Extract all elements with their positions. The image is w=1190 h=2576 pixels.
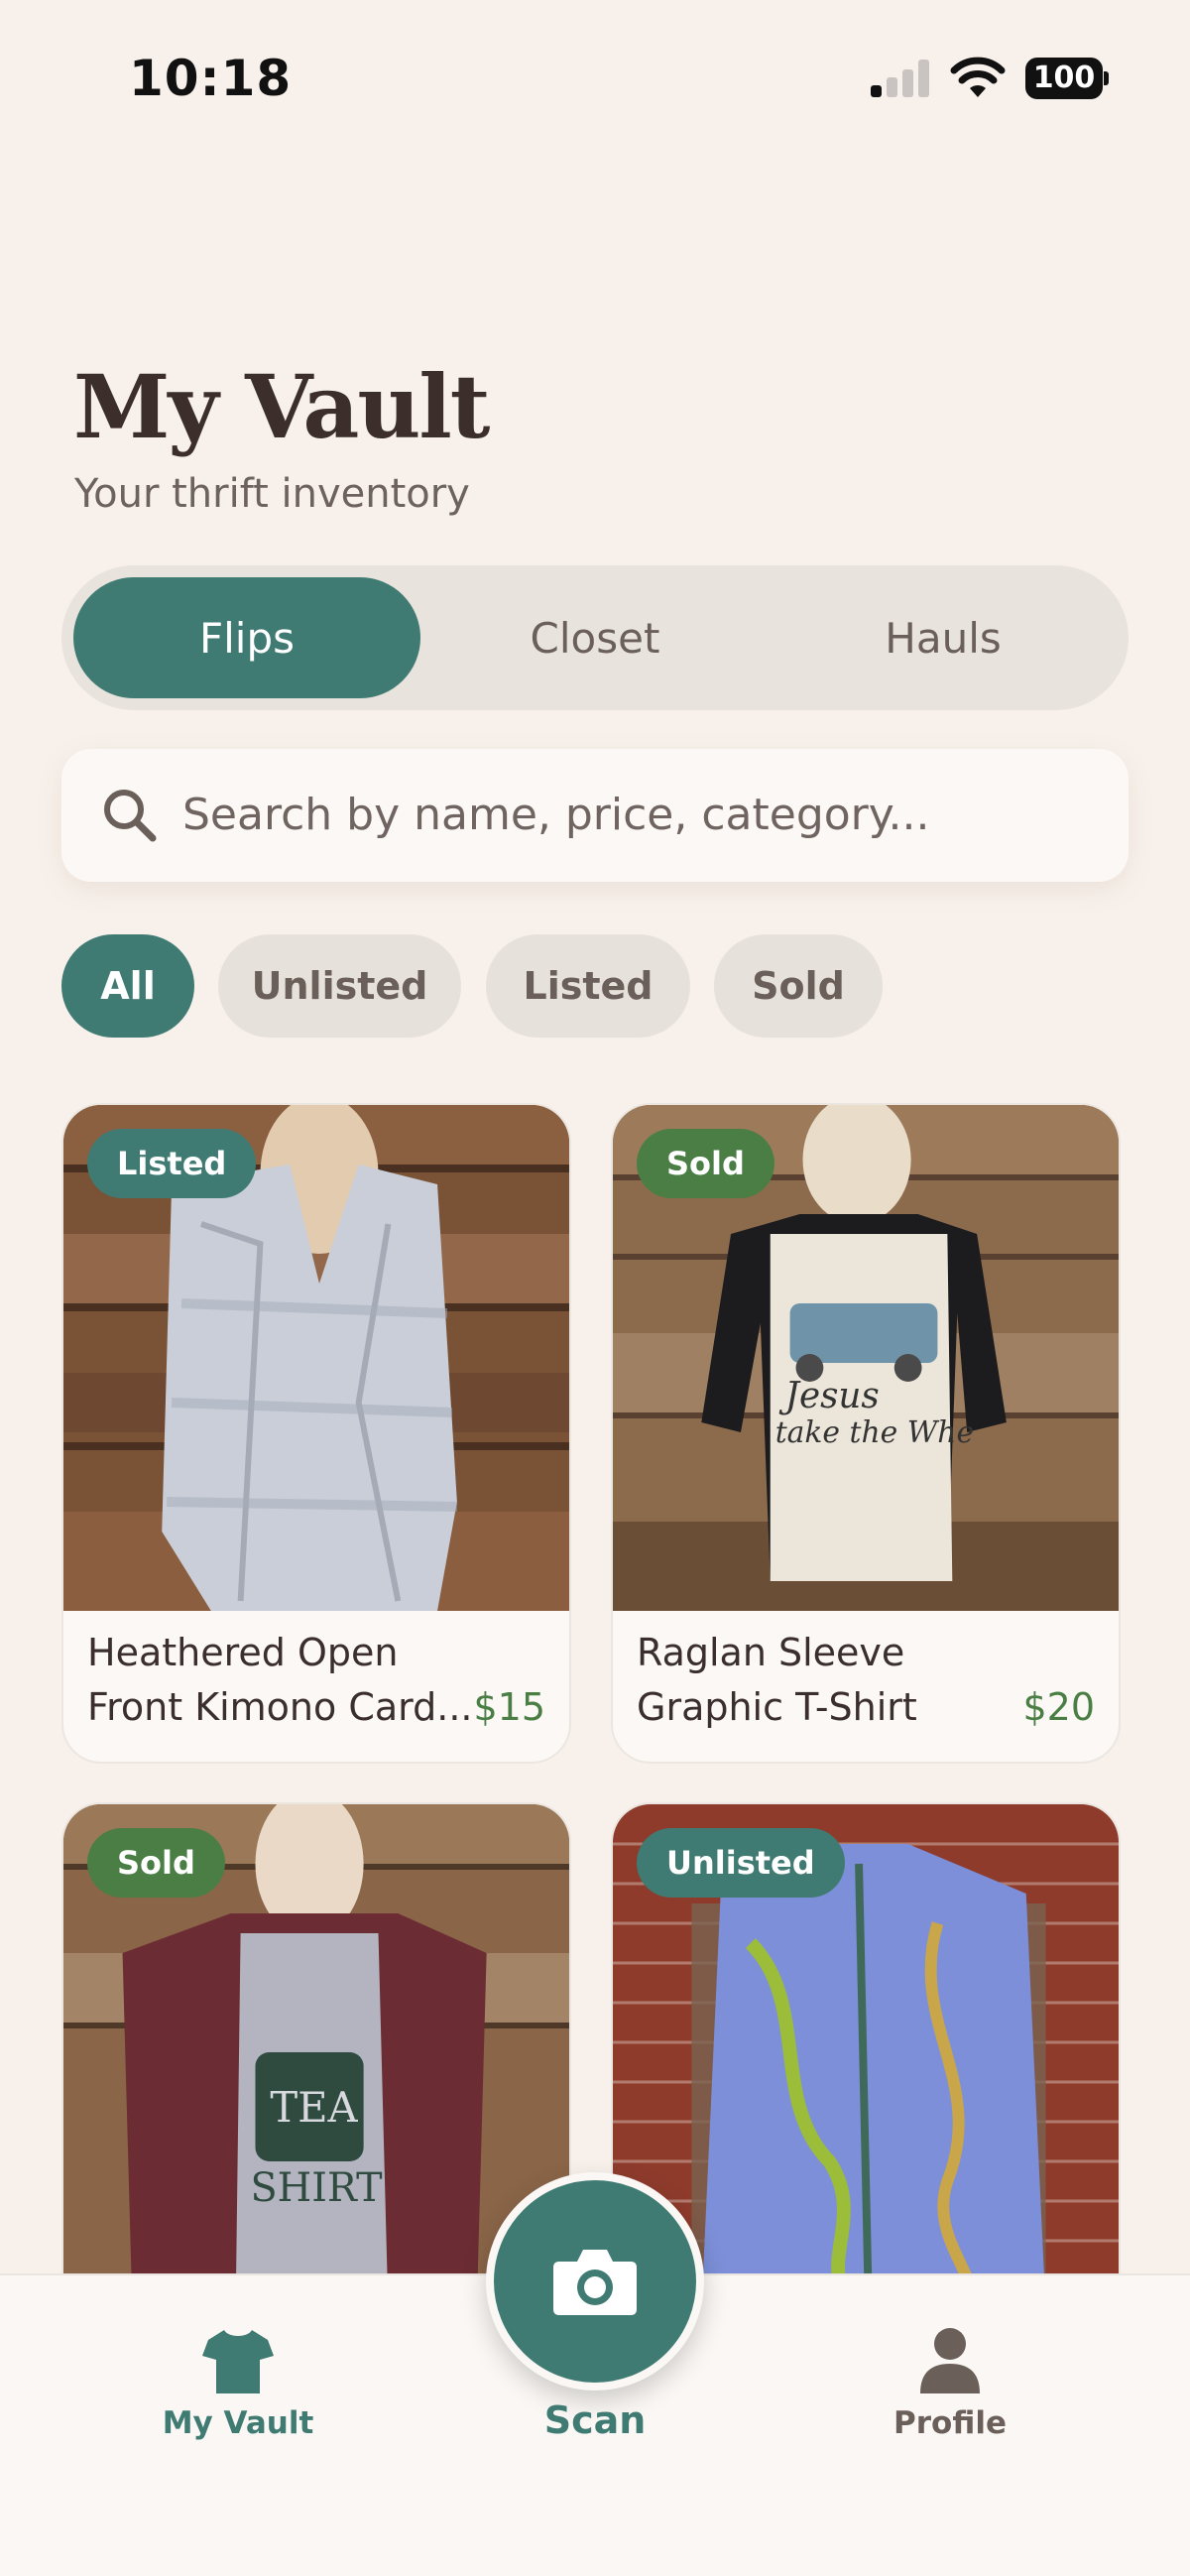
shirt-print-text: TEA xyxy=(270,2083,358,2132)
scan-button[interactable] xyxy=(486,2172,704,2391)
tab-flips[interactable]: Flips xyxy=(73,577,420,698)
status-time: 10:18 xyxy=(129,50,293,107)
filter-unlisted[interactable]: Unlisted xyxy=(218,934,461,1038)
shirt-print-text: take the Whe xyxy=(775,1415,974,1450)
shirt-print-text: SHIRT xyxy=(251,2165,384,2211)
page-title: My Vault xyxy=(73,355,490,458)
cellular-signal-icon xyxy=(871,60,930,97)
item-price: $15 xyxy=(473,1685,545,1729)
search-input[interactable]: Search by name, price, category... xyxy=(61,749,1129,882)
item-photo: Jesus take the Whe Sold xyxy=(613,1105,1119,1611)
filter-all[interactable]: All xyxy=(61,934,194,1038)
status-badge: Sold xyxy=(637,1129,774,1198)
filter-listed[interactable]: Listed xyxy=(486,934,690,1038)
scan-label[interactable]: Scan xyxy=(496,2398,694,2442)
page-subtitle: Your thrift inventory xyxy=(74,471,470,517)
battery-icon: 100 xyxy=(1025,58,1109,99)
shirt-print-text: Jesus xyxy=(778,1376,880,1416)
search-icon xyxy=(104,790,157,842)
battery-level: 100 xyxy=(1025,58,1103,99)
tab-hauls[interactable]: Hauls xyxy=(770,577,1117,698)
filter-sold[interactable]: Sold xyxy=(714,934,883,1038)
vault-tabs: Flips Closet Hauls xyxy=(61,565,1129,710)
status-badge: Sold xyxy=(87,1828,225,1898)
camera-icon xyxy=(553,2250,637,2315)
item-card[interactable]: Listed Heathered Open Front Kimono Card.… xyxy=(61,1103,571,1764)
person-icon xyxy=(920,2328,980,2393)
item-name: Raglan Sleeve Graphic T-Shirt xyxy=(637,1631,917,1729)
status-badge: Unlisted xyxy=(637,1828,845,1898)
status-bar: 10:18 100 xyxy=(0,0,1190,159)
item-photo: TEA SHIRT Sold xyxy=(63,1804,569,2310)
nav-my-vault[interactable]: My Vault xyxy=(109,2320,367,2459)
item-name: Heathered Open Front Kimono Card... xyxy=(87,1631,473,1729)
status-badge: Listed xyxy=(87,1129,257,1198)
wifi-icon xyxy=(950,57,1006,97)
nav-profile[interactable]: Profile xyxy=(821,2320,1079,2459)
item-photo: Listed xyxy=(63,1105,569,1611)
item-price: $20 xyxy=(1022,1685,1095,1729)
item-card[interactable]: Jesus take the Whe Sold Raglan Sleeve Gr… xyxy=(611,1103,1121,1764)
tshirt-icon xyxy=(202,2330,274,2393)
search-placeholder: Search by name, price, category... xyxy=(182,790,930,840)
tab-closet[interactable]: Closet xyxy=(421,577,769,698)
